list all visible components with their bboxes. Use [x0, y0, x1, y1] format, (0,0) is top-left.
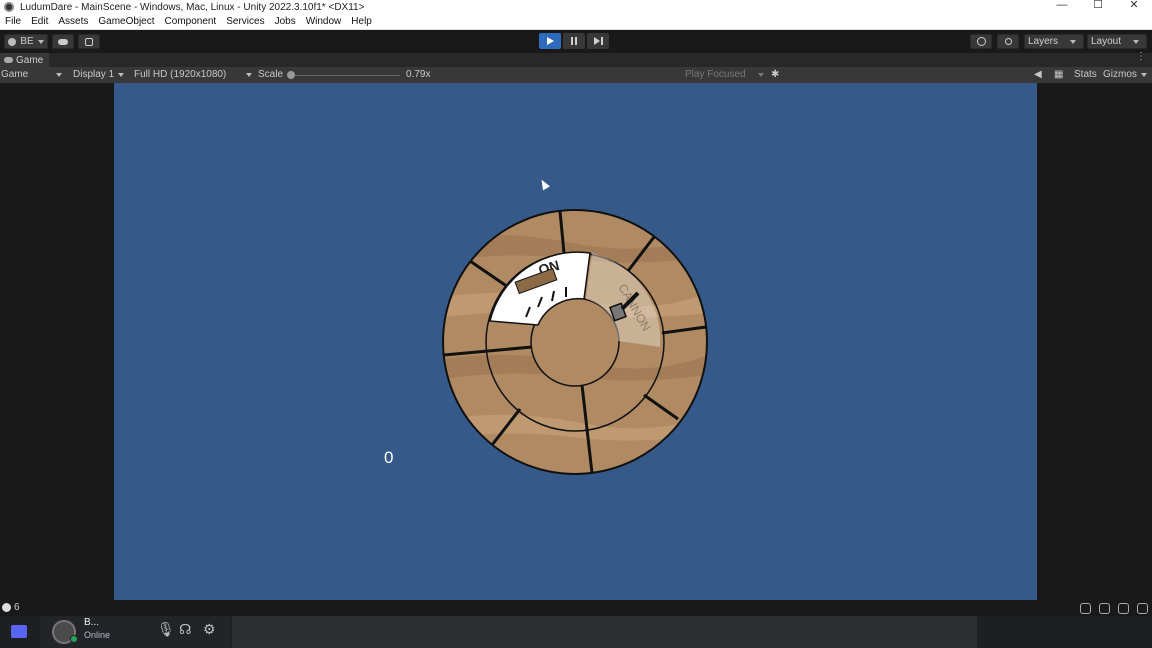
- play-button[interactable]: [539, 33, 561, 49]
- account-label: BE: [20, 36, 34, 47]
- user-status: Online: [84, 630, 111, 640]
- tab-game-label: Game: [16, 54, 44, 66]
- search-button[interactable]: [997, 34, 1019, 49]
- console-count[interactable]: 6: [2, 602, 20, 613]
- collab-button[interactable]: [78, 34, 100, 49]
- game-viewport: ON CANNON 0: [0, 83, 1152, 600]
- chevron-down-icon: [1133, 39, 1140, 44]
- menu-services[interactable]: Services: [221, 16, 269, 27]
- background-window-right: [977, 616, 1152, 648]
- gizmos-dropdown[interactable]: Gizmos: [1103, 69, 1147, 80]
- user-panel[interactable]: B... Online 🎙︎ ☊ ⚙: [40, 616, 230, 648]
- history-button[interactable]: [970, 34, 992, 49]
- info-icon: [2, 603, 11, 612]
- settings-icon[interactable]: ⚙: [203, 621, 216, 638]
- mouse-cursor-icon: [538, 177, 550, 191]
- menu-assets[interactable]: Assets: [53, 16, 93, 27]
- chevron-down-icon: [1140, 72, 1147, 77]
- headphones-icon[interactable]: ☊: [179, 621, 191, 638]
- chevron-down-icon: [1070, 39, 1077, 44]
- chevron-down-icon: [118, 72, 125, 77]
- maximize-button[interactable]: ☐: [1080, 0, 1116, 14]
- pause-button[interactable]: [563, 33, 585, 49]
- layers-status-icon[interactable]: [1099, 603, 1110, 614]
- scale-slider-track[interactable]: [290, 75, 400, 76]
- gamepad-icon: [4, 57, 13, 63]
- play-focused-dropdown[interactable]: Play Focused: [685, 69, 764, 80]
- gizmos-label: Gizmos: [1103, 69, 1137, 80]
- menu-edit[interactable]: Edit: [26, 16, 53, 27]
- chevron-down-icon: [246, 72, 253, 77]
- console-count-value: 6: [14, 602, 20, 613]
- menu-component[interactable]: Component: [160, 16, 222, 27]
- check-icon[interactable]: [1137, 603, 1148, 614]
- status-bar: 6: [0, 600, 1152, 616]
- search-icon: [1004, 38, 1012, 45]
- chevron-down-icon: [37, 39, 44, 44]
- play-focused-label: Play Focused: [685, 69, 746, 80]
- keyboard-icon[interactable]: ▦: [1054, 69, 1063, 80]
- menu-help[interactable]: Help: [346, 16, 377, 27]
- discord-bar: B... Online 🎙︎ ☊ ⚙: [0, 616, 1152, 648]
- background-window: [232, 616, 977, 648]
- settings-status-icon[interactable]: [1118, 603, 1129, 614]
- scale-value: 0.79x: [406, 69, 431, 80]
- step-icon: [593, 37, 603, 45]
- status-icons: [1080, 603, 1148, 614]
- game-canvas[interactable]: ON CANNON 0: [114, 83, 1037, 600]
- user-name: B...: [84, 617, 100, 628]
- wheel-dial[interactable]: ON CANNON: [442, 209, 708, 475]
- playmode-controls: [539, 33, 609, 49]
- layout-dropdown[interactable]: Layout: [1087, 34, 1147, 49]
- menu-file[interactable]: File: [0, 16, 26, 27]
- scale-label: Scale: [258, 69, 284, 80]
- layers-label: Layers: [1028, 36, 1059, 47]
- chevron-down-icon: [757, 72, 764, 77]
- layout-label: Layout: [1091, 36, 1122, 47]
- tab-game[interactable]: Game: [0, 53, 50, 67]
- debug-icon[interactable]: [1080, 603, 1091, 614]
- bug-icon[interactable]: ✱: [771, 69, 779, 80]
- stats-button[interactable]: Stats: [1074, 69, 1097, 80]
- resolution-dropdown[interactable]: Full HD (1920x1080): [134, 69, 253, 80]
- tab-bar: Game ⋮: [0, 52, 1152, 67]
- more-options-icon[interactable]: ⋮: [1136, 52, 1146, 62]
- menu-bar: File Edit Assets GameObject Component Se…: [0, 14, 1152, 30]
- window-titlebar: LudumDare - MainScene - Windows, Mac, Li…: [0, 0, 1152, 14]
- account-dropdown[interactable]: BE: [4, 34, 48, 49]
- resolution-label: Full HD (1920x1080): [134, 69, 227, 80]
- history-icon: [976, 37, 986, 46]
- chevron-down-icon: [56, 72, 63, 77]
- view-label: Game: [1, 69, 29, 80]
- collab-icon: [85, 37, 93, 46]
- unity-logo-icon: [4, 2, 14, 12]
- display-label: Display 1: [73, 69, 115, 80]
- menu-gameobject[interactable]: GameObject: [93, 16, 159, 27]
- cloud-button[interactable]: [52, 34, 74, 49]
- close-button[interactable]: ✕: [1116, 0, 1152, 14]
- display-dropdown[interactable]: Display 1: [73, 69, 125, 80]
- menu-window[interactable]: Window: [301, 16, 347, 27]
- pause-icon: [571, 37, 577, 45]
- play-icon: [546, 37, 554, 45]
- step-button[interactable]: [587, 33, 609, 49]
- folder-icon[interactable]: [11, 625, 27, 638]
- minimize-button[interactable]: —: [1044, 0, 1080, 14]
- scale-slider-handle[interactable]: [287, 71, 295, 79]
- layers-dropdown[interactable]: Layers: [1024, 34, 1084, 49]
- view-dropdown[interactable]: Game: [1, 69, 65, 80]
- cloud-icon: [58, 38, 68, 45]
- mic-icon[interactable]: 🎙︎: [157, 621, 175, 638]
- window-title: LudumDare - MainScene - Windows, Mac, Li…: [20, 1, 365, 13]
- account-icon: [8, 37, 17, 46]
- game-view-toolbar: Game Display 1 Full HD (1920x1080) Scale…: [0, 67, 1152, 83]
- menu-jobs[interactable]: Jobs: [270, 16, 301, 27]
- window-controls: — ☐ ✕: [1044, 0, 1152, 14]
- discord-strip: [0, 616, 40, 648]
- online-status-icon: [70, 635, 78, 643]
- speaker-icon[interactable]: ◀: [1034, 69, 1042, 80]
- score-counter: 0: [384, 448, 394, 467]
